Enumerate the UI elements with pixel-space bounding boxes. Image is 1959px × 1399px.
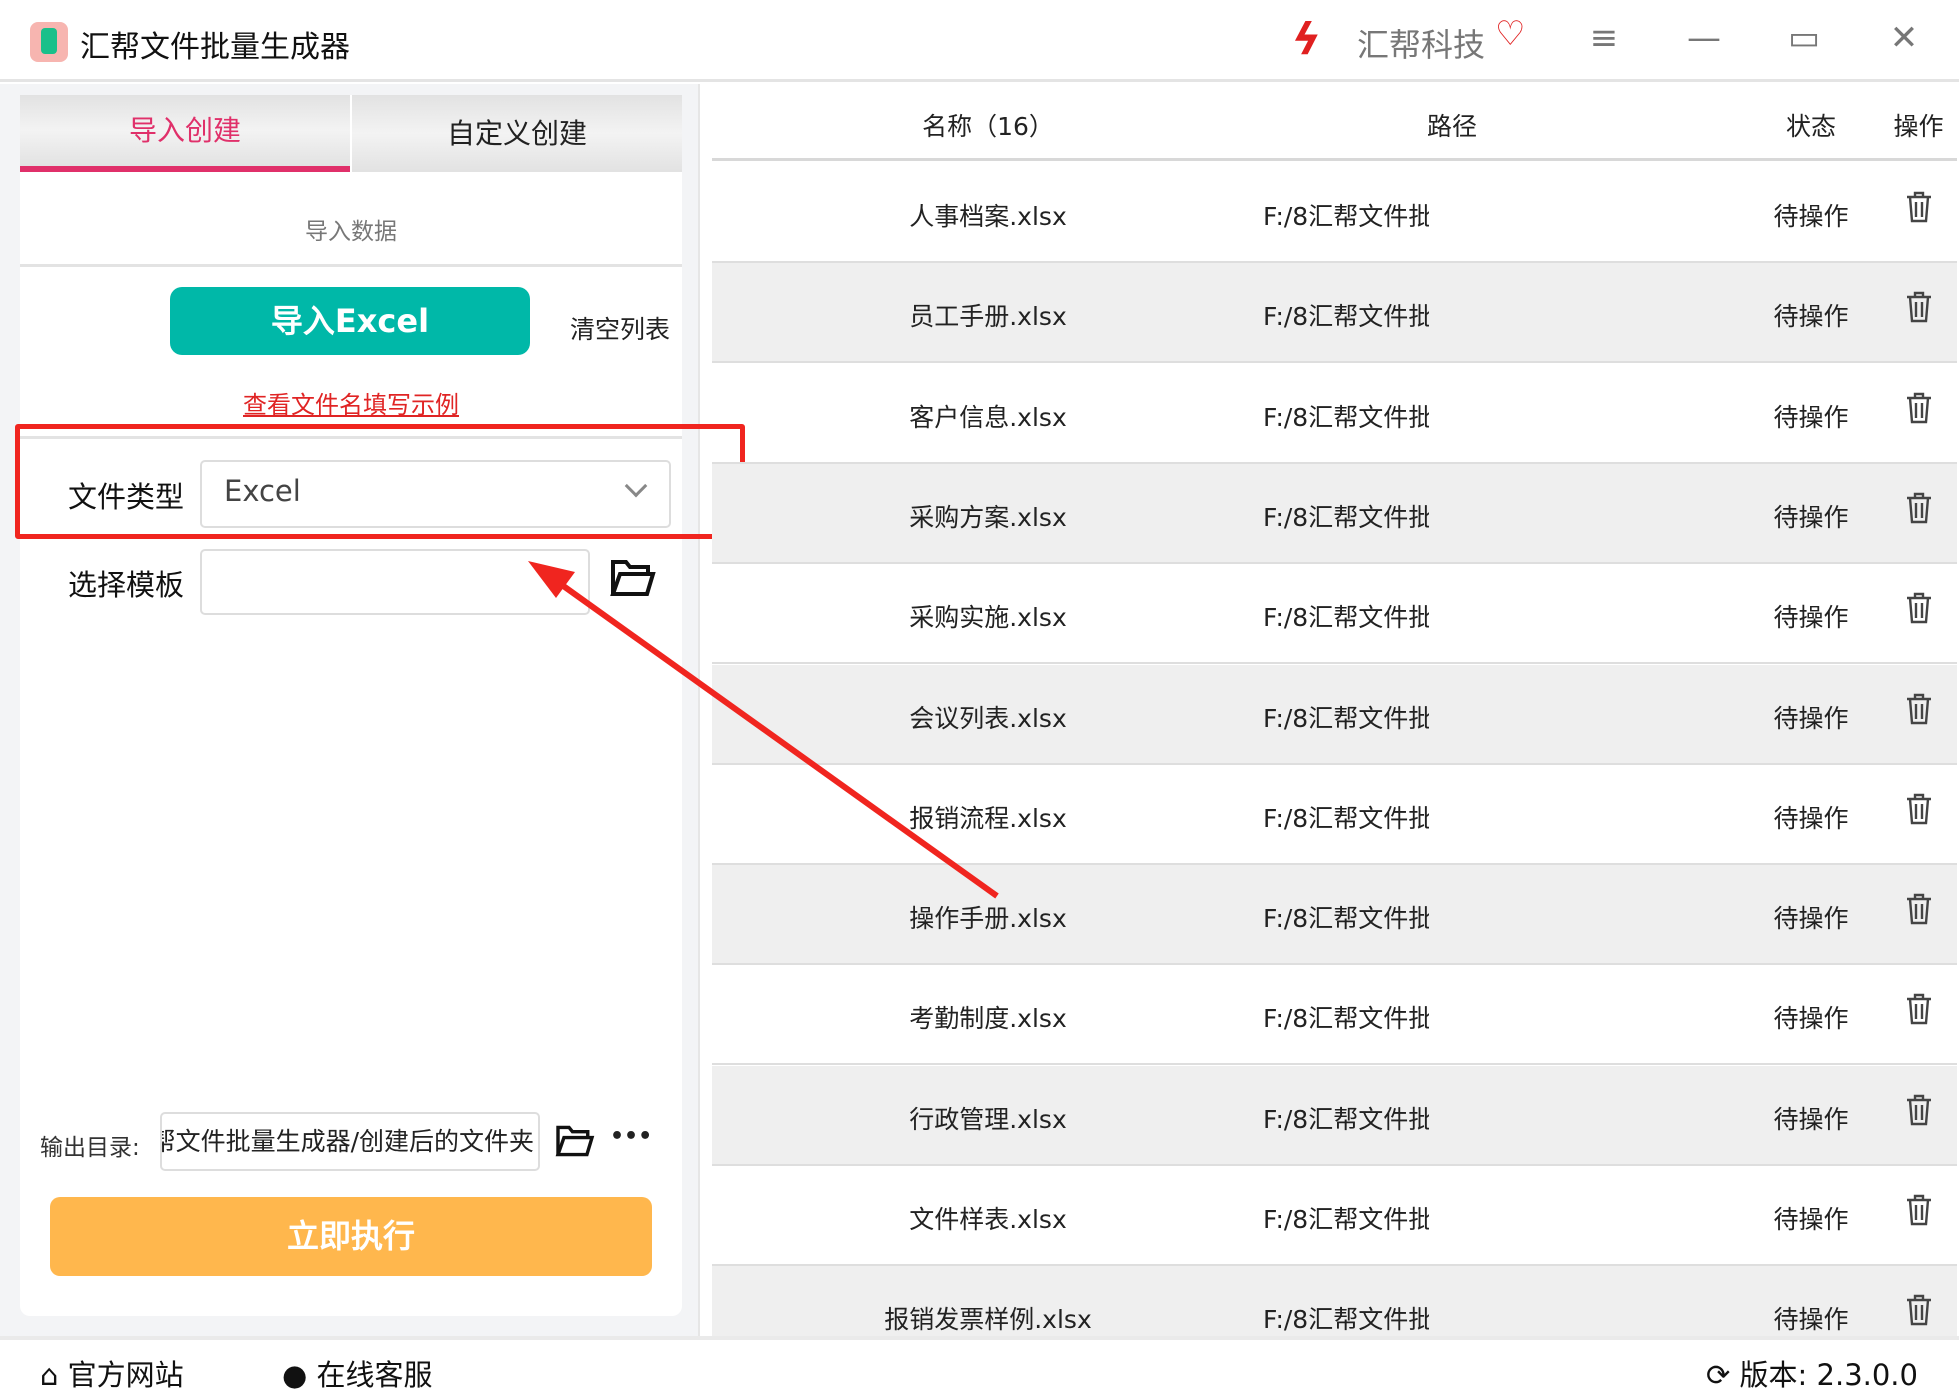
output-dir-input[interactable]: F:/8汇帮文件批量生成器/创建后的文件夹 — [160, 1112, 540, 1171]
delete-icon[interactable] — [1880, 492, 1957, 530]
file-path: F:/8汇帮文件批量生成器/创建后的文件夹/ — [1263, 1205, 1429, 1234]
file-name: 行政管理.xlsx — [909, 1104, 1067, 1134]
website-label: 官方网站 — [67, 1358, 184, 1392]
header-name[interactable]: 名称（16） — [712, 107, 1264, 143]
table-row[interactable]: 客户信息.xlsx F:/8汇帮文件批量生成器/创建后的文件夹/ 待操作 — [712, 364, 1957, 464]
file-name: 采购实施.xlsx — [909, 603, 1067, 633]
delete-icon[interactable] — [1880, 693, 1957, 731]
header-status[interactable]: 状态 — [1742, 107, 1880, 143]
file-path: F:/8汇帮文件批量生成器/创建后的文件夹/ — [1263, 502, 1429, 532]
section-title: 导入数据 — [305, 219, 397, 245]
table-row[interactable]: 员工手册.xlsx F:/8汇帮文件批量生成器/创建后的文件夹/ 待操作 — [712, 263, 1957, 364]
menu-icon[interactable]: ≡ — [1580, 18, 1628, 58]
file-name: 考勤制度.xlsx — [909, 1004, 1067, 1034]
template-input[interactable] — [200, 549, 590, 615]
file-name: 报销发票样例.xlsx — [884, 1305, 1092, 1335]
file-status: 待操作 — [1773, 703, 1849, 733]
file-path: F:/8汇帮文件批量生成器/创建后的文件夹/ — [1263, 803, 1429, 833]
delete-icon[interactable] — [1880, 1194, 1957, 1232]
delete-icon[interactable] — [1880, 893, 1957, 931]
minimize-icon[interactable]: — — [1680, 18, 1728, 58]
folder-open-icon[interactable] — [610, 558, 656, 598]
more-icon[interactable]: ••• — [610, 1124, 652, 1149]
table-row[interactable]: 采购实施.xlsx F:/8汇帮文件批量生成器/创建后的文件夹/ 待操作 — [712, 564, 1957, 665]
delete-icon[interactable] — [1880, 291, 1957, 329]
annotation-highlight-box — [15, 424, 745, 539]
import-excel-button[interactable]: 导入Excel — [170, 287, 530, 355]
table-row[interactable]: 行政管理.xlsx F:/8汇帮文件批量生成器/创建后的文件夹/ 待操作 — [712, 1065, 1957, 1166]
table-header: 名称（16） 路径 状态 操作 — [712, 83, 1957, 161]
file-path: F:/8汇帮文件批量生成器/创建后的文件夹/ — [1263, 1004, 1429, 1034]
file-status: 待操作 — [1773, 302, 1849, 332]
run-now-button[interactable]: 立即执行 — [50, 1197, 652, 1276]
file-status: 待操作 — [1773, 1104, 1849, 1134]
header-path[interactable]: 路径 — [1412, 107, 1492, 143]
file-status: 待操作 — [1773, 603, 1849, 633]
output-dir-label: 输出目录: — [40, 1135, 140, 1161]
support-label: 在线客服 — [316, 1358, 433, 1392]
file-name: 员工手册.xlsx — [909, 302, 1067, 332]
file-path: F:/8汇帮文件批量生成器/创建后的文件夹/ — [1263, 1104, 1429, 1134]
clear-list-button[interactable]: 清空列表 — [570, 310, 670, 346]
template-label: 选择模板 — [68, 568, 185, 602]
folder-open-icon[interactable] — [555, 1124, 595, 1158]
table-row[interactable]: 人事档案.xlsx F:/8汇帮文件批量生成器/创建后的文件夹/ 待操作 — [712, 163, 1957, 263]
file-status: 待操作 — [1773, 803, 1849, 833]
online-support-link[interactable]: ● 在线客服 — [282, 1352, 433, 1394]
file-status: 待操作 — [1773, 1205, 1849, 1234]
file-name: 采购方案.xlsx — [909, 502, 1067, 532]
heart-icon[interactable]: ♡ — [1495, 14, 1525, 54]
file-path: F:/8汇帮文件批量生成器/创建后的文件夹/ — [1263, 302, 1429, 332]
version-label: 版本: 2.3.0.0 — [1739, 1358, 1918, 1392]
table-row[interactable]: 文件样表.xlsx F:/8汇帮文件批量生成器/创建后的文件夹/ 待操作 — [712, 1166, 1957, 1266]
brand-name: 汇帮科技 — [1357, 26, 1486, 64]
file-path: F:/8汇帮文件批量生成器/创建后的文件夹/ — [1263, 1305, 1429, 1335]
example-link[interactable]: 查看文件名填写示例 — [20, 385, 682, 420]
app-icon — [30, 22, 68, 62]
table-row[interactable]: 考勤制度.xlsx F:/8汇帮文件批量生成器/创建后的文件夹/ 待操作 — [712, 965, 1957, 1066]
delete-icon[interactable] — [1880, 191, 1957, 229]
header-op: 操作 — [1893, 112, 1944, 141]
file-status: 待操作 — [1773, 904, 1849, 934]
close-icon[interactable]: ✕ — [1880, 18, 1928, 58]
delete-icon[interactable] — [1880, 793, 1957, 831]
file-status: 待操作 — [1773, 1305, 1849, 1335]
table-row[interactable]: 报销流程.xlsx F:/8汇帮文件批量生成器/创建后的文件夹/ 待操作 — [712, 765, 1957, 865]
home-icon: ⌂ — [40, 1358, 59, 1392]
file-path: F:/8汇帮文件批量生成器/创建后的文件夹/ — [1263, 904, 1429, 934]
official-website-link[interactable]: ⌂ 官方网站 — [40, 1352, 184, 1394]
file-path: F:/8汇帮文件批量生成器/创建后的文件夹/ — [1263, 603, 1429, 633]
user-icon: ● — [282, 1358, 308, 1392]
file-status: 待操作 — [1773, 202, 1849, 231]
file-name: 文件样表.xlsx — [909, 1205, 1067, 1234]
maximize-icon[interactable]: ▭ — [1780, 18, 1828, 58]
delete-icon[interactable] — [1880, 592, 1957, 630]
divider — [20, 264, 682, 267]
app-title: 汇帮文件批量生成器 — [80, 30, 350, 65]
file-status: 待操作 — [1773, 502, 1849, 532]
file-status: 待操作 — [1773, 1004, 1849, 1034]
table-row[interactable]: 会议列表.xlsx F:/8汇帮文件批量生成器/创建后的文件夹/ 待操作 — [712, 664, 1957, 765]
brand-logo-icon: ϟ — [1292, 14, 1322, 65]
file-name: 会议列表.xlsx — [909, 703, 1067, 733]
file-name: 操作手册.xlsx — [909, 904, 1067, 934]
table-row[interactable]: 操作手册.xlsx F:/8汇帮文件批量生成器/创建后的文件夹/ 待操作 — [712, 865, 1957, 966]
file-name: 人事档案.xlsx — [909, 202, 1067, 231]
file-path: F:/8汇帮文件批量生成器/创建后的文件夹/ — [1263, 202, 1429, 231]
tab-import-create[interactable]: 导入创建 — [20, 95, 350, 172]
file-status: 待操作 — [1773, 402, 1849, 432]
delete-icon[interactable] — [1880, 392, 1957, 430]
file-path: F:/8汇帮文件批量生成器/创建后的文件夹/ — [1263, 402, 1429, 432]
tab-custom-create[interactable]: 自定义创建 — [352, 95, 682, 172]
delete-icon[interactable] — [1880, 1094, 1957, 1132]
file-path: F:/8汇帮文件批量生成器/创建后的文件夹/ — [1263, 703, 1429, 733]
delete-icon[interactable] — [1880, 1294, 1957, 1332]
file-name: 客户信息.xlsx — [909, 402, 1067, 432]
version-info[interactable]: ⟳ 版本: 2.3.0.0 — [1706, 1352, 1918, 1394]
refresh-icon: ⟳ — [1706, 1358, 1731, 1392]
delete-icon[interactable] — [1880, 993, 1957, 1031]
file-name: 报销流程.xlsx — [909, 803, 1067, 833]
table-row[interactable]: 采购方案.xlsx F:/8汇帮文件批量生成器/创建后的文件夹/ 待操作 — [712, 463, 1957, 564]
